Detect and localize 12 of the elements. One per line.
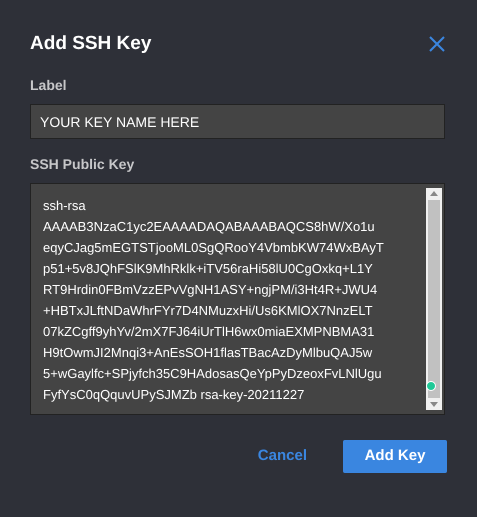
scrollbar[interactable] — [426, 188, 442, 410]
close-icon[interactable] — [429, 36, 445, 52]
dialog-title: Add SSH Key — [30, 32, 152, 56]
label-input[interactable]: YOUR KEY NAME HERE — [30, 104, 445, 139]
key-textarea[interactable] — [30, 183, 445, 415]
field-label: SSH Public Key — [30, 155, 136, 174]
add-key-button[interactable]: Add Key — [343, 440, 447, 473]
field-label: Label — [30, 76, 68, 95]
scroll-down-icon[interactable] — [430, 402, 438, 407]
scroll-up-icon[interactable] — [430, 191, 438, 196]
key-text: ssh-rsa AAAAB3NzaC1yc2EAAAADAQABAAABAQCS8hW/Xo1u eqyCJag5mEGTSTjooML0SgQRooY4VbmbKW74WxBAyT p51+5v8JQhFSlK9MhRklk+iTV56raHi58lU0CgOxkq+L1Y RT9Hrdin0FBmVzzEPvVgNH1ASY+ngjPM/i3Ht4R+JWU4 +HBTxJLftNDaWhrFYr7D4NMuzxHi/Us6KMlOX7NnzELT 07kZCgff9yhYv/2mX7FJ64iUrTlH6wx0miaEXMPNBMA31 H9tOwmJI2Mnqi3+AnEsSOH1flasTBacAzDyMlbuQAJ5w 5+wGaylfc+SPjyfch35C9HAdosasQeYpPyDzeoxFvLNlUgu FyfYsC0qQquvUPySJMZb rsa-key-20211227 — [43, 197, 385, 404]
cancel-button[interactable]: Cancel — [258, 445, 307, 468]
